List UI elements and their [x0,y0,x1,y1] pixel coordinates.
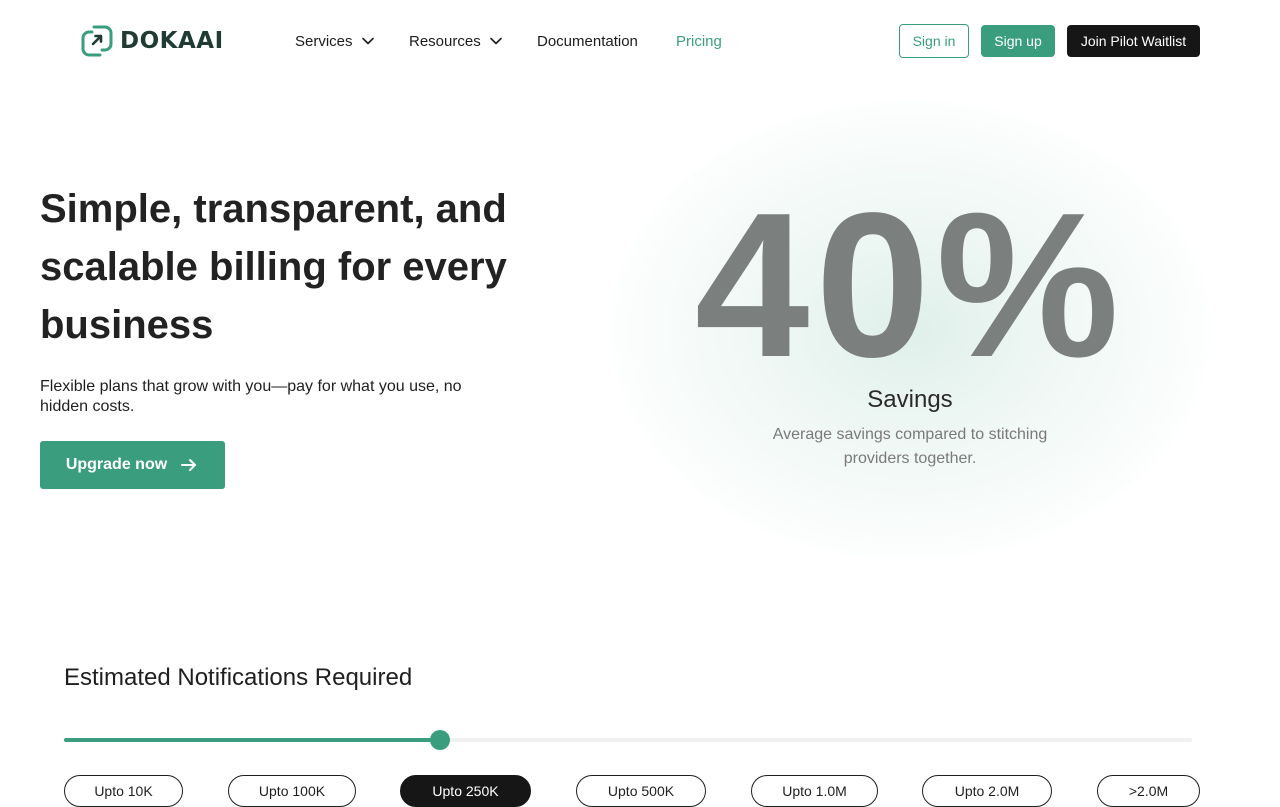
upgrade-button-label: Upgrade now [65,456,168,473]
arrow-right-icon [181,459,197,471]
tier-option-1m[interactable]: Upto 1.0M [751,775,878,807]
nav-item-pricing[interactable]: Pricing [676,33,722,50]
notifications-slider[interactable] [64,730,1192,750]
hero-subtitle: Flexible plans that grow with you—pay fo… [40,378,462,415]
nav-item-label: Documentation [537,32,638,50]
chevron-down-icon [361,37,374,45]
nav-item-label: Resources [409,32,481,50]
tier-option-2m[interactable]: Upto 2.0M [922,775,1052,807]
sign-up-button[interactable]: Sign up [981,25,1055,57]
nav-item-documentation[interactable]: Documentation [537,33,676,50]
savings-label: Savings [867,386,953,413]
tier-option-10k[interactable]: Upto 10K [64,775,183,807]
tier-option-500k[interactable]: Upto 500K [576,775,706,807]
tier-option-100k[interactable]: Upto 100K [228,775,356,807]
nav-item-label: Services [295,32,353,50]
nav-item-services[interactable]: Services [295,33,409,50]
tier-option-250k[interactable]: Upto 250K [400,775,531,807]
logo-mark-icon [81,25,113,57]
join-waitlist-button[interactable]: Join Pilot Waitlist [1067,25,1200,57]
slider-fill [64,738,440,742]
sign-in-button[interactable]: Sign in [899,24,969,58]
savings-percentage: 40% [694,170,1126,400]
estimator-title: Estimated Notifications Required [64,664,413,691]
logo-wordmark: DOKAAI [120,28,224,54]
hero-title: Simple, transparent, and scalable billin… [40,187,507,347]
tier-option-over-2m[interactable]: >2.0M [1097,775,1200,807]
chevron-down-icon [489,37,502,45]
slider-thumb[interactable] [430,730,450,750]
main-menu: Services Resources Documentation Pricing [295,30,722,52]
top-navigation: DOKAAI Services Resources Documentation … [0,0,1280,82]
upgrade-now-button[interactable]: Upgrade now [40,441,225,489]
nav-item-label: Pricing [676,32,722,50]
nav-item-resources[interactable]: Resources [409,33,537,50]
savings-description: Average savings compared to stitching pr… [772,426,1048,467]
brand-logo[interactable]: DOKAAI [80,24,224,58]
